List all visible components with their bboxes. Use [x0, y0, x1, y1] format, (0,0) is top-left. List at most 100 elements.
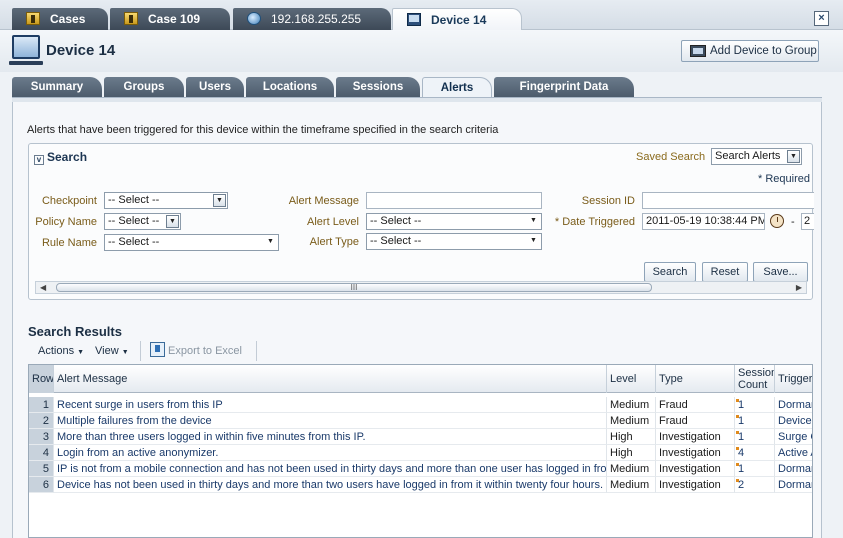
search-results-title: Search Results	[28, 324, 122, 339]
tab-locations[interactable]: Locations	[246, 77, 334, 98]
column-header-level[interactable]: Level	[607, 365, 656, 393]
actions-menu[interactable]: Actions ▼	[38, 345, 84, 357]
cell-session-count[interactable]: 4	[735, 445, 775, 461]
collapse-icon[interactable]: v	[34, 155, 44, 165]
alert-message-input[interactable]	[366, 192, 542, 209]
cell-session-count[interactable]: 1	[735, 461, 775, 477]
table-row[interactable]: 4 Login from an active anonymizer. High Inv…	[29, 445, 812, 461]
column-header-alert-message[interactable]: Alert Message	[54, 365, 607, 393]
folder-icon	[124, 12, 138, 25]
date-to-input[interactable]: 2	[801, 213, 814, 230]
view-menu[interactable]: View ▼	[95, 345, 129, 357]
scroll-left-icon[interactable]: ◀	[40, 282, 46, 293]
checkpoint-label: Checkpoint	[41, 195, 97, 207]
table-row[interactable]: 6 Device has not been used in thirty days…	[29, 477, 812, 493]
cell-type: Investigation	[656, 445, 735, 461]
toolbar-divider	[140, 341, 141, 361]
export-to-excel-button[interactable]: Export to Excel	[168, 345, 242, 357]
cell-trigger[interactable]: Dormar	[775, 461, 812, 477]
alert-level-value: -- Select --	[370, 215, 422, 227]
table-row[interactable]: 3 More than three users logged in within …	[29, 429, 812, 445]
table-row[interactable]: 5 IP is not from a mobile connection and …	[29, 461, 812, 477]
tab-groups[interactable]: Groups	[104, 77, 184, 98]
cell-session-count[interactable]: 1	[735, 429, 775, 445]
doc-tab-case-109[interactable]: Case 109	[110, 8, 230, 30]
table-row[interactable]: 1 Recent surge in users from this IP Mediu…	[29, 397, 812, 413]
table-row[interactable]: 2 Multiple failures from the device Medium…	[29, 413, 812, 429]
doc-tab-label: Device 14	[431, 13, 487, 27]
folder-icon	[26, 12, 40, 25]
cell-alert-message[interactable]: More than three users logged in within f…	[54, 429, 607, 445]
column-header-session-count[interactable]: Session Count	[735, 365, 775, 393]
date-range-separator: -	[791, 216, 795, 228]
cell-alert-message[interactable]: Recent surge in users from this IP	[54, 397, 607, 413]
cell-alert-message[interactable]: IP is not from a mobile connection and h…	[54, 461, 607, 477]
cell-alert-message[interactable]: Multiple failures from the device	[54, 413, 607, 429]
tab-alerts[interactable]: Alerts	[422, 77, 492, 98]
required-note: * Required	[758, 173, 810, 185]
alert-level-select[interactable]: -- Select -- ▼	[366, 213, 542, 230]
date-from-input[interactable]: 2011-05-19 10:38:44 PM	[642, 213, 765, 230]
alert-type-label: Alert Type	[309, 236, 359, 248]
column-header-trigger[interactable]: Trigger	[775, 365, 812, 393]
chevron-down-icon[interactable]: ▼	[527, 235, 540, 248]
policy-name-select[interactable]: -- Select -- ▼	[104, 213, 181, 230]
export-excel-icon[interactable]	[150, 342, 165, 357]
alerts-panel: Alerts that have been triggered for this…	[12, 102, 822, 538]
chevron-down-icon[interactable]: ▼	[213, 194, 226, 207]
cell-session-count[interactable]: 1	[735, 413, 775, 429]
rule-name-select[interactable]: -- Select -- ▼	[104, 234, 279, 251]
checkpoint-value: -- Select --	[108, 194, 160, 206]
chevron-down-icon[interactable]: ▼	[166, 215, 179, 228]
doc-tab-label: 192.168.255.255	[271, 12, 362, 26]
cell-row: 1	[29, 397, 54, 413]
chevron-down-icon[interactable]: ▼	[787, 150, 800, 163]
cell-alert-message[interactable]: Device has not been used in thirty days …	[54, 477, 607, 493]
doc-tab-label: Case 109	[148, 12, 201, 26]
scrollbar-thumb[interactable]: III	[56, 283, 652, 292]
add-device-to-group-label: Add Device to Group	[710, 45, 817, 57]
cell-trigger[interactable]: Dormar	[775, 477, 812, 493]
column-header-type[interactable]: Type	[656, 365, 735, 393]
add-device-to-group-button[interactable]: Add Device to Group	[681, 40, 819, 62]
cell-type: Fraud	[656, 397, 735, 413]
checkpoint-select[interactable]: -- Select -- ▼	[104, 192, 228, 209]
cell-level: Medium	[607, 477, 656, 493]
cell-trigger[interactable]: Surge C	[775, 429, 812, 445]
save-button[interactable]: Save...	[753, 262, 808, 282]
cell-trigger[interactable]: Dormar	[775, 397, 812, 413]
doc-tab-cases[interactable]: Cases	[12, 8, 108, 30]
document-tab-bar: Cases Case 109 192.168.255.255 Device 14…	[0, 0, 843, 30]
cell-session-count[interactable]: 1	[735, 397, 775, 413]
reset-button[interactable]: Reset	[702, 262, 748, 282]
policy-name-value: -- Select --	[108, 215, 160, 227]
tab-users[interactable]: Users	[186, 77, 244, 98]
horizontal-scrollbar[interactable]: ◀ III ▶	[35, 281, 807, 294]
doc-tab-ip[interactable]: 192.168.255.255	[233, 8, 391, 30]
cell-session-count[interactable]: 2	[735, 477, 775, 493]
toolbar-divider	[256, 341, 257, 361]
doc-tab-device-14[interactable]: Device 14	[392, 8, 522, 30]
cell-trigger[interactable]: Device	[775, 413, 812, 429]
cell-row: 5	[29, 461, 54, 477]
session-id-input[interactable]	[642, 192, 814, 209]
cell-level: High	[607, 429, 656, 445]
tab-sessions[interactable]: Sessions	[336, 77, 420, 98]
alert-type-select[interactable]: -- Select -- ▼	[366, 233, 542, 250]
rule-name-label: Rule Name	[41, 237, 97, 249]
search-button[interactable]: Search	[644, 262, 696, 282]
tab-summary[interactable]: Summary	[12, 77, 102, 98]
column-header-row[interactable]: Row	[29, 365, 54, 393]
cell-trigger[interactable]: Active A	[775, 445, 812, 461]
page-header: Device 14 Add Device to Group	[0, 30, 843, 72]
calendar-icon[interactable]	[770, 214, 784, 228]
close-icon[interactable]: ×	[814, 11, 829, 26]
search-header[interactable]: v Search	[34, 150, 87, 165]
cell-type: Investigation	[656, 461, 735, 477]
date-triggered-label: * Date Triggered	[554, 216, 635, 228]
scroll-right-icon[interactable]: ▶	[796, 282, 802, 293]
cell-alert-message[interactable]: Login from an active anonymizer.	[54, 445, 607, 461]
saved-search-select[interactable]: Search Alerts ▼	[711, 148, 802, 165]
cell-type: Investigation	[656, 477, 735, 493]
tab-fingerprint-data[interactable]: Fingerprint Data	[494, 77, 634, 98]
